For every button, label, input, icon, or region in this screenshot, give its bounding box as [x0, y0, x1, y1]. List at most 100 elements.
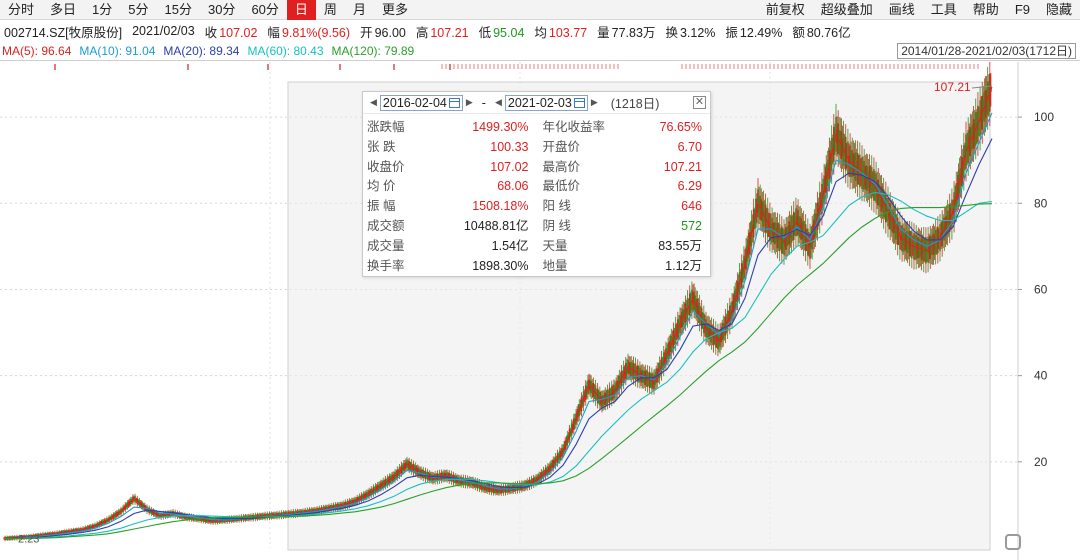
stat-cell: 张 跌 100.33: [367, 138, 537, 158]
stat-cell: 阴 线 572: [537, 217, 707, 237]
tool-menu: 前复权 超级叠加 画线 工具 帮助 F9 隐藏: [758, 0, 1080, 20]
period-tab[interactable]: 60分: [243, 0, 286, 20]
max-price-label: 107.21: [934, 80, 971, 94]
tool-menu-item[interactable]: 帮助: [965, 0, 1007, 20]
open-value: 96.00: [374, 25, 406, 40]
open-field: 开 96.00: [360, 22, 406, 41]
stat-label: 成交额: [367, 218, 405, 233]
ma120-label: MA(120): 79.89: [331, 44, 415, 58]
stat-value: 1898.30%: [472, 258, 529, 273]
turnover-label: 换: [665, 25, 678, 40]
start-date-input[interactable]: 2016-02-04: [379, 94, 463, 111]
quote-date: 2021/02/03: [132, 24, 195, 38]
avg-field: 均 103.77: [534, 22, 587, 41]
period-tab[interactable]: 5分: [120, 0, 156, 20]
stat-label: 均 价: [367, 179, 396, 194]
period-tab[interactable]: 多日: [42, 0, 84, 20]
period-toolbar: 分时 多日 1分 5分 15分 30分 60分日周月更多 前复权 超级叠加 画线 工具 帮助 F9 隐藏: [0, 0, 1080, 20]
y-tick-label: 20: [1034, 455, 1048, 469]
period-tab[interactable]: 周: [316, 0, 345, 20]
amplitude-field: 振 12.49%: [725, 22, 782, 41]
stat-value: 83.55万: [658, 238, 702, 253]
period-tab[interactable]: 30分: [200, 0, 243, 20]
ma10-label: MA(10): 91.04: [79, 44, 156, 58]
divider: [0, 60, 1080, 61]
high-label: 高: [415, 25, 429, 40]
stat-cell: 最高价 107.21: [537, 158, 707, 178]
stat-value: 76.65%: [659, 120, 702, 134]
period-tab[interactable]: 日: [286, 0, 316, 20]
stat-cell: 阳 线 646: [537, 197, 707, 217]
close-field: 收 107.02: [205, 22, 258, 41]
calendar-icon[interactable]: [448, 97, 460, 108]
next-start-arrow-icon[interactable]: ▶: [466, 97, 473, 108]
change-label: 幅: [267, 25, 280, 40]
period-tab[interactable]: 月: [345, 0, 374, 20]
end-date-input[interactable]: 2021-02-03: [504, 94, 588, 111]
avg-value: 103.77: [548, 25, 588, 40]
stat-value: 572: [681, 218, 702, 233]
ma5-label: MA(5): 96.64: [2, 44, 72, 58]
stat-label: 阴 线: [542, 218, 571, 233]
close-label: 收: [204, 25, 218, 40]
ma60-label: MA(60): 80.43: [247, 44, 324, 58]
open-label: 开: [360, 25, 373, 40]
min-price-label: 2.23: [18, 533, 39, 545]
calendar-icon[interactable]: [573, 97, 585, 108]
stat-value: 100.33: [490, 139, 529, 154]
y-tick-label: 80: [1034, 196, 1048, 210]
amount-value: 80.76亿: [806, 25, 851, 40]
stat-cell: 涨跌幅 1499.30%: [367, 118, 537, 138]
y-tick-label: 100: [1034, 110, 1054, 124]
stat-cell: 均 价 68.06: [367, 177, 537, 197]
date-separator: -: [481, 95, 486, 110]
stat-value: 1.54亿: [491, 238, 529, 253]
volume-value: 77.83万: [611, 25, 656, 40]
stat-label: 最低价: [542, 179, 581, 194]
tool-menu-item[interactable]: 前复权: [758, 0, 813, 20]
close-icon[interactable]: ✕: [693, 96, 706, 109]
amount-label: 额: [792, 25, 805, 40]
change-value: 9.81%(9.56): [281, 25, 351, 40]
period-tab[interactable]: 1分: [84, 0, 120, 20]
quote-bar: 002714.SZ[牧原股份] 2021/02/03 收 107.02 幅 9.81…: [0, 21, 1080, 41]
ma20-label: MA(20): 89.34: [163, 44, 240, 58]
period-tab[interactable]: 更多: [374, 0, 416, 20]
tool-menu-item[interactable]: F9: [1007, 0, 1038, 20]
stat-cell: 地量 1.12万: [537, 257, 707, 277]
prev-start-arrow-icon[interactable]: ◀: [370, 97, 377, 108]
start-date-value: 2016-02-04: [382, 95, 447, 110]
stat-cell: 换手率 1898.30%: [367, 257, 537, 277]
stat-cell: 收盘价 107.02: [367, 158, 537, 178]
close-value: 107.02: [219, 25, 258, 40]
stat-cell: 最低价 6.29: [537, 177, 707, 197]
period-tab[interactable]: 分时: [0, 0, 42, 20]
stat-label: 年化收益率: [542, 120, 606, 134]
tool-menu-item[interactable]: 工具: [923, 0, 965, 20]
stat-label: 开盘价: [542, 139, 581, 154]
turnover-value: 3.12%: [679, 25, 716, 40]
stat-label: 张 跌: [367, 139, 396, 154]
stat-value: 1508.18%: [472, 199, 529, 214]
next-end-arrow-icon[interactable]: ▶: [591, 97, 598, 108]
period-tab[interactable]: 15分: [157, 0, 200, 20]
avg-label: 均: [534, 25, 547, 40]
change-field: 幅 9.81%(9.56): [267, 22, 350, 41]
stat-label: 最高价: [542, 159, 581, 174]
y-tick-label: 40: [1034, 369, 1048, 383]
ma-legend: MA(5): 96.64 MA(10): 91.04 MA(20): 89.34…: [0, 42, 1080, 60]
date-range-selector[interactable]: 2014/01/28-2021/02/03(1712日): [897, 43, 1076, 59]
tool-menu-item[interactable]: 画线: [881, 0, 923, 20]
stat-value: 6.29: [677, 179, 702, 194]
stat-value: 68.06: [497, 179, 529, 194]
logo-icon: [1005, 534, 1021, 550]
tool-menu-item[interactable]: 隐藏: [1038, 0, 1080, 20]
tool-menu-item[interactable]: 超级叠加: [813, 0, 881, 20]
prev-end-arrow-icon[interactable]: ◀: [495, 97, 502, 108]
watermark-logo: [1005, 534, 1023, 550]
stat-cell: 成交额 10488.81亿: [367, 217, 537, 237]
stat-value: 107.21: [663, 159, 702, 174]
amount-field: 额 80.76亿: [792, 22, 850, 41]
stat-label: 涨跌幅: [367, 120, 405, 134]
stat-label: 地量: [542, 258, 568, 273]
